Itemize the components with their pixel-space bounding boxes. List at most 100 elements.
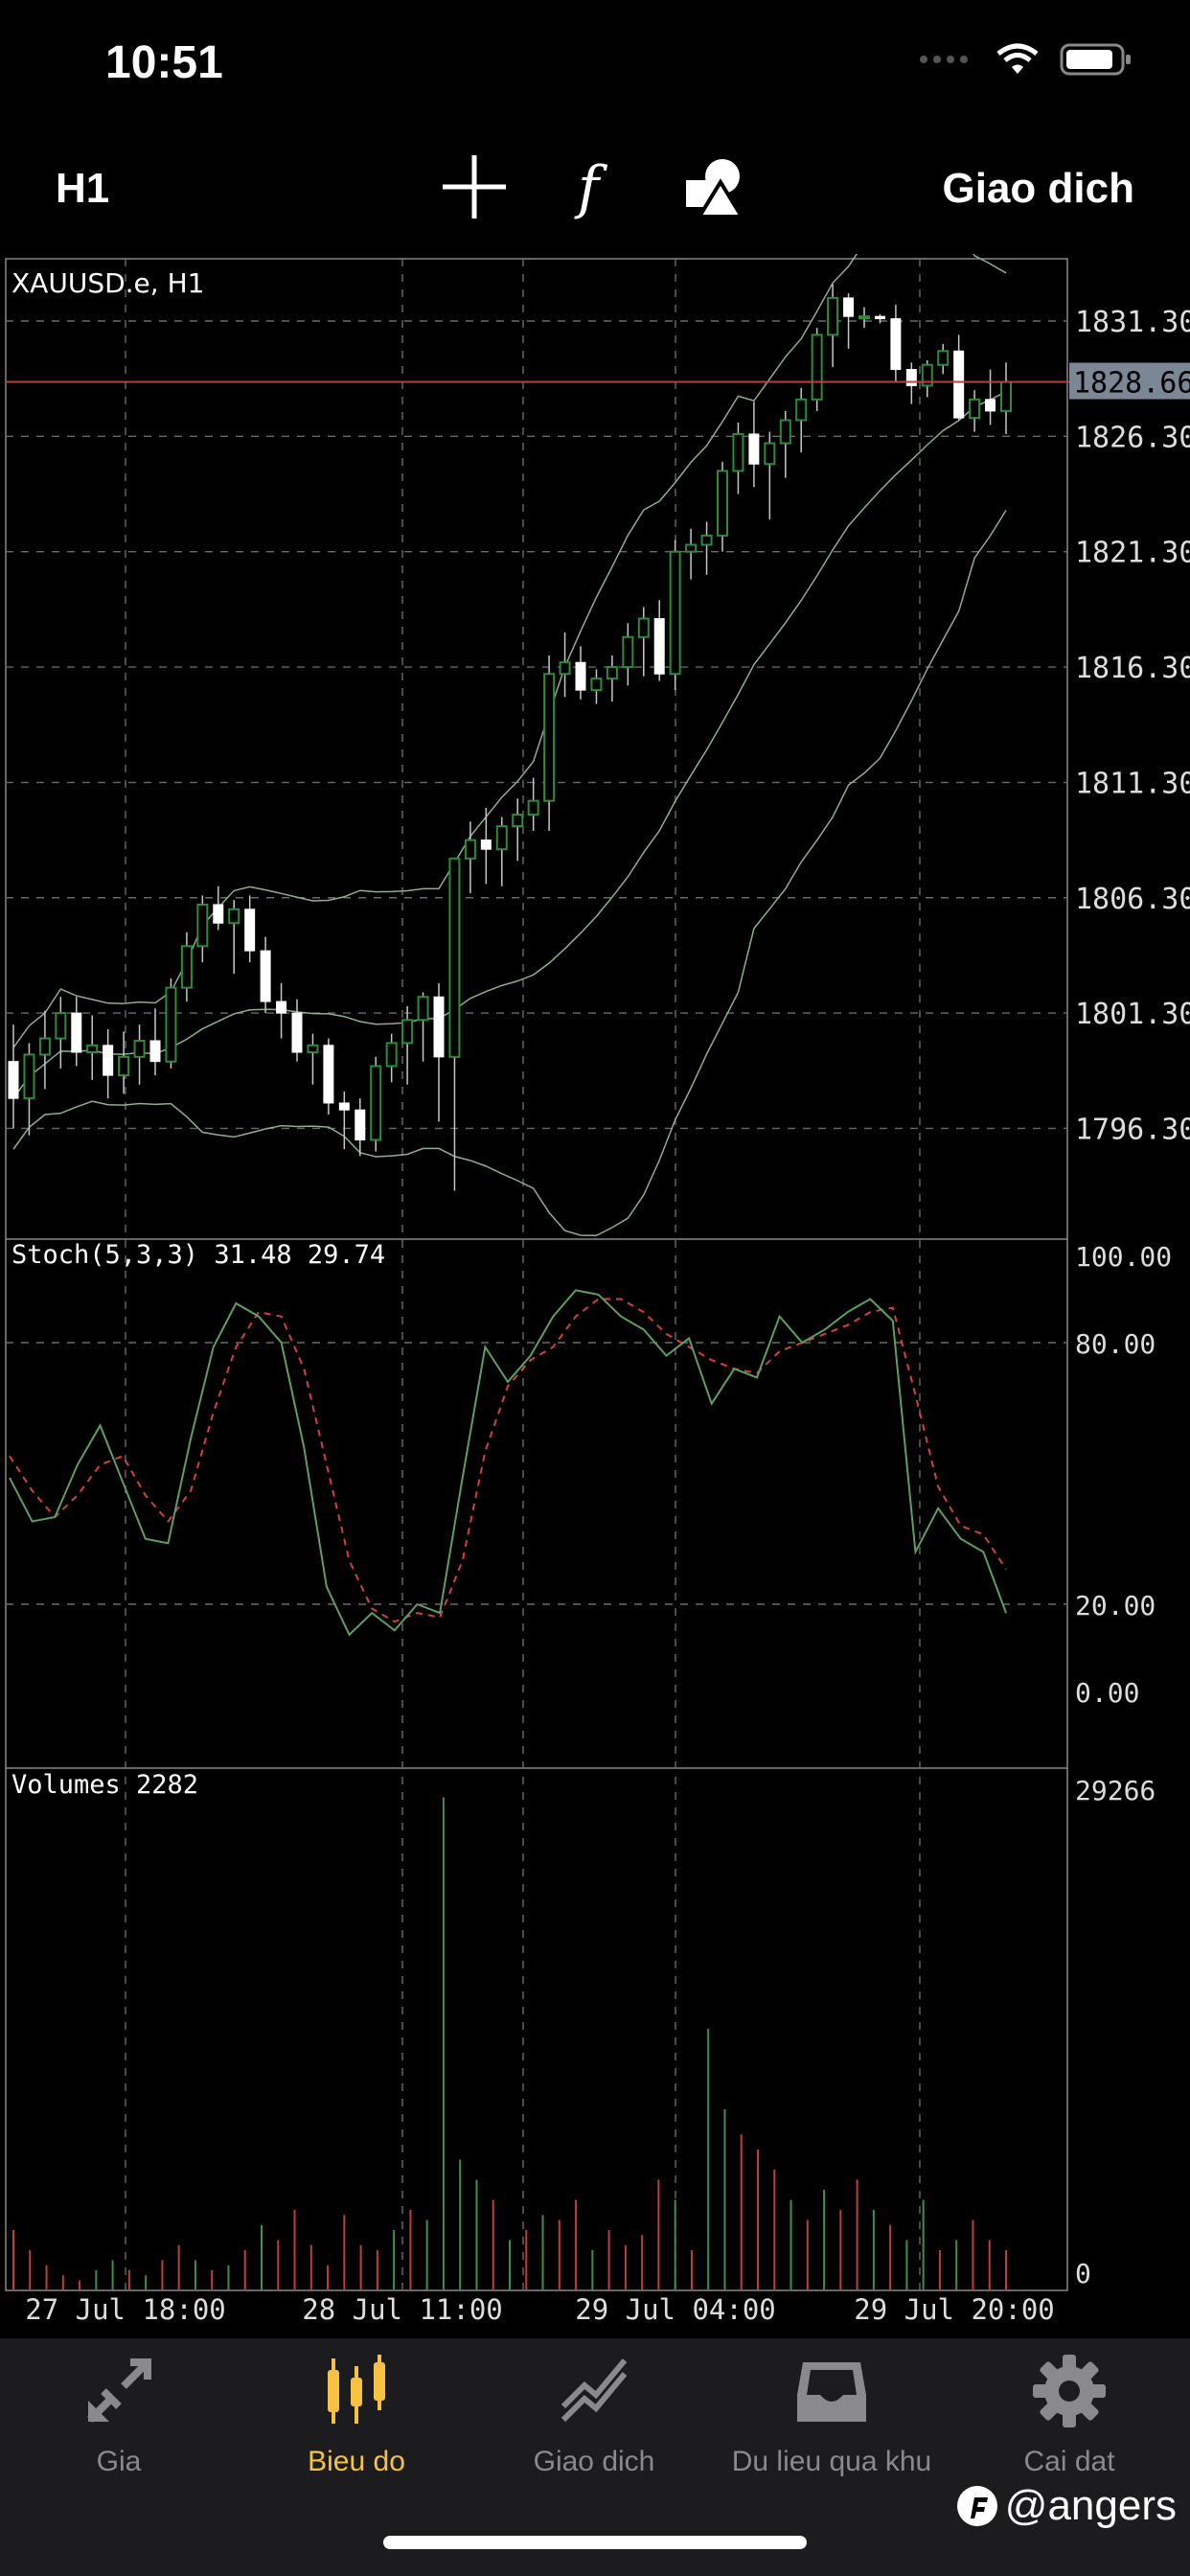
trade-button[interactable]: Giao dich (943, 165, 1134, 213)
tab-giao-dich[interactable]: Giao dich (489, 2348, 699, 2478)
stoch-tick-label: 0.00 (1075, 1677, 1139, 1709)
objects-icon[interactable] (682, 153, 749, 220)
battery-icon (1060, 43, 1131, 76)
time-tick-label: 29 Jul 20:00 (854, 2293, 1055, 2326)
candle-body (103, 1045, 114, 1076)
candle-body (669, 550, 681, 676)
candle-body (953, 350, 965, 419)
time-tick-label: 27 Jul 18:00 (25, 2293, 226, 2326)
candle-body (1000, 380, 1012, 412)
candle-body (495, 825, 508, 851)
candle-body (464, 839, 476, 860)
candle-body (606, 666, 618, 680)
candle-body (149, 1040, 161, 1063)
candle-body (355, 1109, 366, 1140)
tab-label: Gia (96, 2446, 142, 2477)
tab-label: Cai dat (1023, 2446, 1115, 2477)
candle-body (717, 470, 728, 537)
candle-body (858, 315, 870, 320)
price-tick-label: 1801.30 (1075, 998, 1190, 1031)
price-chart[interactable]: 1831.30 1826.30 1821.30 1816.30 1811.30 1806.… (0, 254, 1190, 2334)
current-price-label: 1828.66 (1073, 367, 1190, 401)
status-time: 10:51 (105, 37, 223, 88)
tab-label: Giao dich (533, 2446, 655, 2477)
brand-logo-icon (956, 2486, 997, 2526)
candle-body (512, 814, 524, 828)
candle-body (433, 996, 445, 1058)
stoch-tick-label: 20.00 (1075, 1590, 1156, 1622)
candle-body (480, 840, 492, 850)
candle-body (307, 1044, 319, 1054)
candle-body (38, 1037, 51, 1056)
candle-body (622, 635, 634, 669)
crosshair-icon[interactable] (441, 153, 508, 220)
bollinger-upper (12, 254, 1007, 1048)
tab-bieu-do[interactable]: Bieu do (251, 2348, 462, 2478)
symbol-label: XAUUSD.e, H1 (11, 267, 204, 299)
volume-tick-label: 29266 (1075, 1775, 1156, 1806)
candle-body (118, 1055, 130, 1077)
candle-body (874, 315, 885, 320)
tab-cai-dat[interactable]: Cai dat (964, 2348, 1175, 2478)
timeframe-button[interactable]: H1 (56, 165, 109, 213)
trend-icon (561, 2358, 628, 2423)
candle-body (385, 1042, 398, 1068)
candle-body (543, 673, 556, 802)
candle-body (323, 1045, 334, 1104)
candle-body (8, 1061, 19, 1099)
time-tick-label: 29 Jul 04:00 (575, 2293, 776, 2326)
price-tick-label: 1826.30 (1075, 421, 1190, 454)
price-tick-label: 1821.30 (1075, 537, 1190, 570)
candle-body (843, 297, 855, 317)
volumes-label: Volumes 2282 (11, 1770, 198, 1800)
candle-body (590, 678, 603, 692)
candle-body (732, 432, 744, 472)
indicators-icon[interactable]: f (561, 153, 628, 220)
volume-tick-label: 0 (1075, 2258, 1091, 2289)
price-tick-label: 1796.30 (1075, 1113, 1190, 1146)
candle-body (779, 419, 791, 445)
candle-body (196, 903, 209, 948)
candle-body (55, 1012, 67, 1040)
candle-body (685, 543, 698, 553)
candle-body (213, 904, 224, 924)
candlestick-icon (328, 2355, 385, 2424)
tab-label: Du lieu qua khu (731, 2446, 932, 2477)
watermark: @angers (955, 2482, 1177, 2530)
candle-body (23, 1053, 35, 1100)
candle-body (795, 398, 808, 422)
price-tick-label: 1806.30 (1075, 883, 1190, 916)
candle-body (86, 1044, 99, 1054)
tab-du-lieu-qua-khu[interactable]: Du lieu qua khu (726, 2348, 937, 2478)
arrows-icon (87, 2358, 151, 2423)
candle-body (401, 1019, 414, 1045)
svg-text:f: f (574, 154, 608, 220)
candle-body (370, 1065, 382, 1141)
watermark-text: @angers (1004, 2482, 1177, 2529)
candle-body (764, 442, 776, 466)
candle-body (653, 618, 665, 675)
status-bar: 10:51 (0, 0, 1190, 134)
price-tick-label: 1816.30 (1075, 652, 1190, 685)
price-tick-label: 1811.30 (1075, 767, 1190, 800)
candle-body (338, 1102, 350, 1111)
candle-body (71, 1012, 82, 1053)
price-tick-label: 1831.30 (1075, 306, 1190, 339)
candle-body (890, 318, 902, 371)
stoch-tick-label: 100.00 (1075, 1241, 1172, 1273)
candle-body (811, 334, 823, 401)
candle-body (180, 945, 193, 989)
candle-body (276, 1000, 287, 1014)
chart-frame (5, 258, 1068, 2291)
candle-body (575, 661, 586, 691)
inbox-icon (797, 2362, 866, 2422)
candle-body (448, 857, 461, 1058)
candle-body (228, 908, 240, 925)
home-indicator[interactable] (383, 2536, 807, 2549)
candle-body (417, 996, 429, 1022)
candle-body (700, 534, 713, 546)
signal-icon (920, 56, 968, 63)
candle-body (969, 398, 981, 420)
gear-icon (1033, 2355, 1106, 2427)
tab-gia[interactable]: Gia (13, 2348, 224, 2478)
